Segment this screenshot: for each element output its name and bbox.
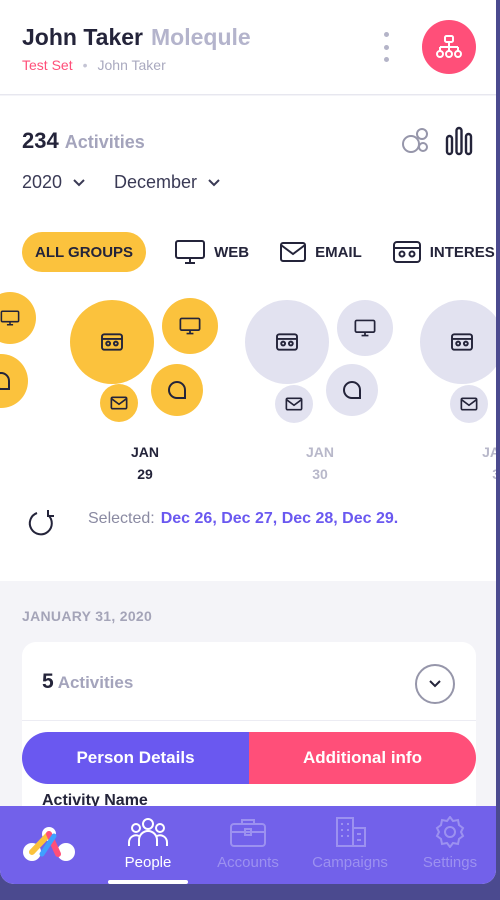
interest-icon bbox=[101, 333, 123, 351]
bubble-interest[interactable] bbox=[245, 300, 329, 384]
company-name[interactable]: Molequle bbox=[151, 24, 251, 50]
filter-interest[interactable]: INTERES bbox=[392, 239, 495, 265]
monitor-icon bbox=[0, 310, 20, 326]
org-chart-button[interactable] bbox=[422, 20, 476, 74]
nav-people-label: People bbox=[124, 854, 172, 871]
test-set-link[interactable]: Test Set bbox=[22, 57, 73, 73]
day-month: JAN bbox=[305, 444, 334, 460]
bubbles-view-icon[interactable] bbox=[400, 126, 430, 156]
breadcrumb: Test Set • John Taker bbox=[22, 57, 166, 73]
org-chart-icon bbox=[436, 35, 462, 58]
bubble-web[interactable] bbox=[0, 292, 36, 344]
bubble-chat[interactable] bbox=[0, 354, 28, 408]
timeline-day-jan-29[interactable]: JAN 29 bbox=[115, 441, 175, 485]
card-count-number: 5 bbox=[42, 670, 54, 693]
reset-selection-icon[interactable] bbox=[26, 508, 58, 538]
envelope-icon bbox=[110, 396, 128, 410]
app-screen: John Taker Molequle Test Set • John Taker 2… bbox=[0, 0, 496, 884]
month-value: December bbox=[114, 172, 198, 192]
tab-additional-info[interactable]: Additional info bbox=[249, 732, 476, 784]
day-number: 29 bbox=[137, 466, 153, 482]
filter-web-label: WEB bbox=[214, 243, 250, 261]
timeline-day-jan-31[interactable]: JA 3 bbox=[470, 441, 496, 485]
activity-count-label: Activities bbox=[64, 132, 145, 152]
nav-people[interactable]: People bbox=[100, 816, 196, 871]
interest-icon bbox=[392, 241, 421, 263]
chevron-down-icon bbox=[73, 178, 85, 186]
monitor-icon bbox=[354, 319, 376, 337]
filter-email-label: EMAIL bbox=[315, 243, 362, 261]
selected-label: Selected: bbox=[88, 510, 155, 527]
nav-campaigns-label: Campaigns bbox=[312, 854, 388, 871]
owner-name: John Taker bbox=[97, 57, 166, 73]
nav-settings[interactable]: Settings bbox=[402, 816, 496, 871]
chat-bubble-icon bbox=[0, 371, 10, 390]
filter-email[interactable]: EMAIL bbox=[279, 241, 362, 263]
chevron-down-icon bbox=[208, 178, 220, 186]
person-name-text: John Taker bbox=[22, 24, 143, 50]
interest-icon bbox=[276, 333, 298, 351]
monitor-icon bbox=[175, 240, 206, 264]
details-segmented-control: Person Details Additional info bbox=[22, 732, 476, 784]
bubble-email[interactable] bbox=[275, 385, 313, 423]
activity-count-number: 234 bbox=[22, 128, 59, 153]
bubble-web[interactable] bbox=[162, 298, 218, 354]
kebab-menu-icon[interactable] bbox=[378, 30, 394, 64]
tab-person-details[interactable]: Person Details bbox=[22, 732, 249, 784]
chevron-down-icon bbox=[429, 680, 441, 688]
expand-card-button[interactable] bbox=[415, 664, 455, 704]
nav-settings-label: Settings bbox=[422, 854, 478, 871]
day-number: 30 bbox=[312, 466, 328, 482]
interest-icon bbox=[451, 333, 473, 351]
bars-view-icon[interactable] bbox=[444, 126, 474, 156]
nav-accounts[interactable]: Accounts bbox=[200, 816, 296, 871]
active-tab-indicator bbox=[108, 880, 188, 884]
buildings-icon bbox=[336, 817, 366, 847]
briefcase-icon bbox=[230, 819, 266, 847]
activity-summary: 234 Activities 2020 December ALL GROUPS W… bbox=[0, 96, 496, 581]
nav-accounts-label: Accounts bbox=[217, 854, 279, 871]
bubble-email[interactable] bbox=[100, 384, 138, 422]
day-month: JAN bbox=[130, 444, 159, 460]
day-month: JA bbox=[482, 444, 496, 460]
monitor-icon bbox=[179, 317, 201, 335]
card-count-label: Activities bbox=[57, 673, 134, 692]
bottom-navigation: People Accounts Campaigns Settings bbox=[0, 806, 496, 884]
bubble-chat[interactable] bbox=[151, 364, 203, 416]
year-value: 2020 bbox=[22, 172, 63, 192]
envelope-icon bbox=[280, 242, 307, 262]
envelope-icon bbox=[460, 397, 478, 411]
bubble-interest[interactable] bbox=[70, 300, 154, 384]
activity-bubble-timeline bbox=[0, 286, 496, 486]
separator-dot: • bbox=[82, 57, 88, 73]
bubble-web[interactable] bbox=[337, 300, 393, 356]
bubble-interest[interactable] bbox=[420, 300, 496, 384]
card-activity-count: 5 Activities bbox=[42, 670, 133, 694]
month-select[interactable]: December bbox=[114, 172, 221, 193]
filter-all-groups[interactable]: ALL GROUPS bbox=[22, 232, 147, 272]
year-select[interactable]: 2020 bbox=[22, 172, 86, 193]
bubble-email[interactable] bbox=[450, 385, 488, 423]
day-number: 3 bbox=[470, 463, 496, 485]
app-logo-icon[interactable] bbox=[20, 824, 78, 864]
profile-header: John Taker Molequle Test Set • John Taker bbox=[0, 0, 496, 95]
person-name: John Taker Molequle bbox=[22, 24, 251, 51]
card-divider bbox=[22, 720, 476, 721]
people-icon bbox=[128, 818, 168, 846]
filter-interest-label: INTERES bbox=[429, 243, 495, 261]
activity-count: 234 Activities bbox=[22, 128, 145, 154]
nav-campaigns[interactable]: Campaigns bbox=[302, 816, 398, 871]
selected-dates-value: Dec 26, Dec 27, Dec 28, Dec 29. bbox=[160, 510, 399, 527]
group-filters: ALL GROUPS WEB EMAIL INTERES bbox=[22, 232, 496, 272]
filter-web[interactable]: WEB bbox=[174, 239, 249, 265]
selected-dates: Selected: Dec 26, Dec 27, Dec 28, Dec 29. bbox=[88, 510, 398, 528]
timeline-day-jan-30[interactable]: JAN 30 bbox=[290, 441, 350, 485]
bubble-chat[interactable] bbox=[326, 364, 378, 416]
envelope-icon bbox=[285, 397, 303, 411]
chat-bubble-icon bbox=[343, 380, 361, 399]
chat-bubble-icon bbox=[168, 380, 186, 399]
day-section-date: JANUARY 31, 2020 bbox=[22, 608, 153, 624]
gear-icon bbox=[435, 816, 465, 848]
